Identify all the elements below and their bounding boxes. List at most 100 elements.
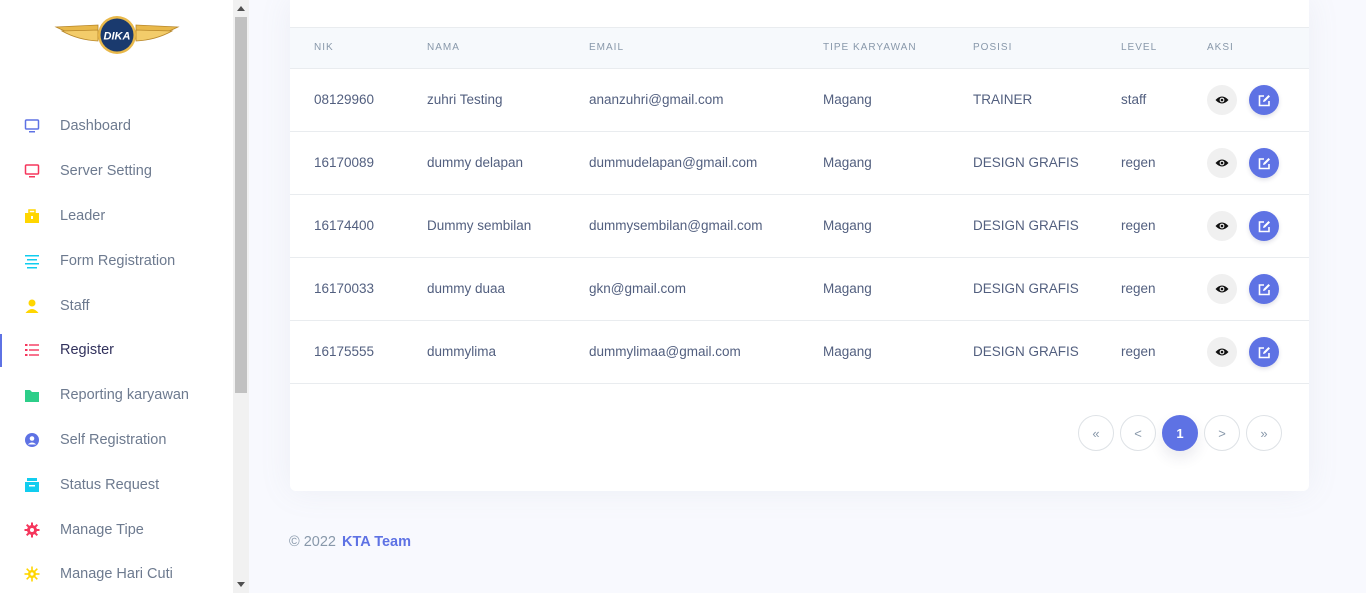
sidebar-item-label: Reporting karyawan [60,387,189,404]
cell-nama: dummy delapan [427,155,524,170]
scroll-down-arrow-icon[interactable] [233,577,249,593]
cell-tipe: Magang [823,155,872,170]
cell-posisi: DESIGN GRAFIS [973,281,1079,296]
user-circle-icon [24,432,40,448]
sidebar: DIKA Dashboard Server Setting Leader For… [0,0,233,593]
folder-icon [24,387,40,403]
archive-icon [24,477,40,493]
cell-tipe: Magang [823,218,872,233]
edit-icon [1258,157,1270,169]
sidebar-item-label: Manage Hari Cuti [60,566,173,583]
cell-level: regen [1121,281,1156,296]
column-header-tipe-karyawan: TIPE KARYAWAN [823,42,917,53]
cell-tipe: Magang [823,344,872,359]
edit-button[interactable] [1249,148,1279,178]
edit-icon [1258,283,1270,295]
footer-team-link[interactable]: KTA Team [342,534,411,550]
cell-posisi: DESIGN GRAFIS [973,218,1079,233]
page-next-button[interactable]: > [1204,415,1240,451]
sidebar-item-reporting-karyawan[interactable]: Reporting karyawan [0,373,233,418]
page-first-button[interactable]: « [1078,415,1114,451]
sidebar-item-label: Register [60,342,114,359]
edit-button[interactable] [1249,274,1279,304]
edit-icon [1258,94,1270,106]
user-icon [24,298,40,314]
sidebar-item-staff[interactable]: Staff [0,283,233,328]
dika-logo[interactable]: DIKA [54,15,180,57]
cell-email: gkn@gmail.com [589,281,686,296]
cell-nik: 16170089 [314,155,375,170]
scrollbar-thumb[interactable] [235,17,247,393]
sidebar-item-leader[interactable]: Leader [0,194,233,239]
sidebar-item-manage-tipe[interactable]: Manage Tipe [0,507,233,552]
edit-icon [1258,220,1270,232]
footer: © 2022 KTA Team [289,534,411,550]
cell-tipe: Magang [823,281,872,296]
cell-email: ananzuhri@gmail.com [589,92,724,107]
view-button[interactable] [1207,274,1237,304]
column-header-email: EMAIL [589,42,625,53]
column-header-nik: NIK [314,42,334,53]
cell-nik: 16175555 [314,344,375,359]
sidebar-nav: Dashboard Server Setting Leader Form Reg… [0,104,233,593]
eye-icon [1215,96,1229,104]
table-row: 16175555 dummylima dummylimaa@gmail.com … [290,321,1309,384]
eye-icon [1215,159,1229,167]
table-row: 08129960 zuhri Testing ananzuhri@gmail.c… [290,69,1309,132]
cell-posisi: TRAINER [973,92,1033,107]
page-prev-button[interactable]: < [1120,415,1156,451]
edit-button[interactable] [1249,85,1279,115]
cell-nama: dummy duaa [427,281,506,296]
cell-nik: 16174400 [314,218,375,233]
sun-icon [24,566,40,582]
sidebar-item-status-request[interactable]: Status Request [0,462,233,507]
page-current-button[interactable]: 1 [1162,415,1198,451]
sidebar-item-label: Manage Tipe [60,521,144,538]
eye-icon [1215,348,1229,356]
sidebar-item-label: Dashboard [60,118,131,135]
view-button[interactable] [1207,337,1237,367]
sidebar-item-label: Status Request [60,476,160,493]
svg-text:DIKA: DIKA [104,31,131,43]
sidebar-item-self-registration[interactable]: Self Registration [0,418,233,463]
sidebar-item-register[interactable]: Register [0,328,233,373]
view-button[interactable] [1207,85,1237,115]
settings-icon [24,522,40,538]
table-header: NIK NAMA EMAIL TIPE KARYAWAN POSISI LEVE… [290,27,1309,69]
sidebar-item-server-setting[interactable]: Server Setting [0,149,233,194]
view-button[interactable] [1207,148,1237,178]
sidebar-item-form-registration[interactable]: Form Registration [0,238,233,283]
view-button[interactable] [1207,211,1237,241]
column-header-nama: NAMA [427,42,460,53]
sidebar-item-manage-hari-cuti[interactable]: Manage Hari Cuti [0,552,233,593]
briefcase-icon [24,208,40,224]
cell-nama: Dummy sembilan [427,218,532,233]
cell-email: dummysembilan@gmail.com [589,218,763,233]
cell-nik: 16170033 [314,281,375,296]
cell-posisi: DESIGN GRAFIS [973,344,1079,359]
register-table-card: NIK NAMA EMAIL TIPE KARYAWAN POSISI LEVE… [290,0,1309,491]
sidebar-item-label: Staff [60,297,90,314]
table-row: 16170089 dummy delapan dummudelapan@gmai… [290,132,1309,195]
cell-level: staff [1121,92,1147,107]
table-row: 16170033 dummy duaa gkn@gmail.com Magang… [290,258,1309,321]
cell-nama: zuhri Testing [427,92,503,107]
table-row: 16174400 Dummy sembilan dummysembilan@gm… [290,195,1309,258]
cell-email: dummylimaa@gmail.com [589,344,741,359]
sidebar-scrollbar[interactable] [233,0,249,593]
page-last-button[interactable]: » [1246,415,1282,451]
column-header-aksi: AKSI [1207,42,1234,53]
edit-button[interactable] [1249,211,1279,241]
sidebar-item-dashboard[interactable]: Dashboard [0,104,233,149]
cell-posisi: DESIGN GRAFIS [973,155,1079,170]
column-header-level: LEVEL [1121,42,1158,53]
column-header-posisi: POSISI [973,42,1013,53]
monitor-icon [24,118,40,134]
cell-tipe: Magang [823,92,872,107]
edit-button[interactable] [1249,337,1279,367]
cell-nik: 08129960 [314,92,375,107]
eye-icon [1215,285,1229,293]
eye-icon [1215,222,1229,230]
scroll-up-arrow-icon[interactable] [233,0,249,16]
align-icon [24,253,40,269]
